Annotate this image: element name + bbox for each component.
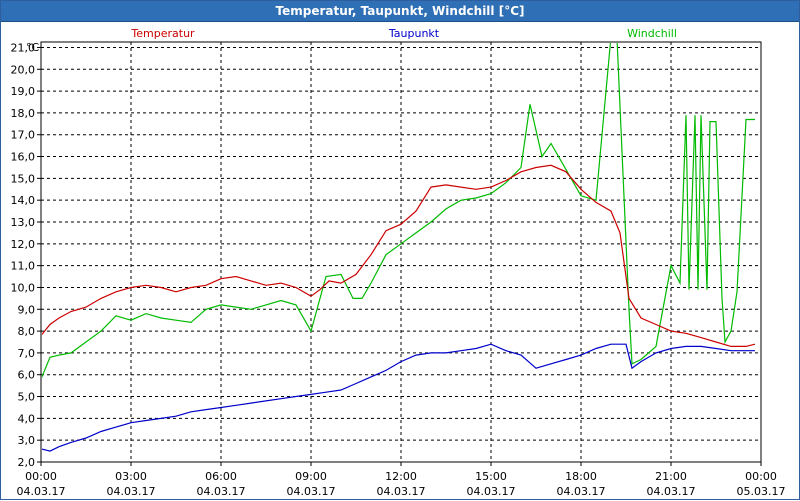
y-tick-label: 6,0 — [18, 369, 36, 382]
legend-label-windchill: Windchill — [627, 27, 677, 40]
y-tick-label: 18,0 — [11, 107, 36, 120]
y-tick-label: 20,0 — [11, 63, 36, 76]
y-tick-label: 15,0 — [11, 172, 36, 185]
y-tick-label: 19,0 — [11, 85, 36, 98]
y-tick-label: 8,0 — [18, 325, 36, 338]
y-tick-label: 7,0 — [18, 347, 36, 360]
y-tick-label: 5,0 — [18, 391, 36, 404]
y-tick-label: 9,0 — [18, 303, 36, 316]
y-axis-label: °C — [26, 41, 40, 54]
x-tick-date-label: 04.03.17 — [107, 485, 156, 498]
legend-label-temperatur: Temperatur — [130, 27, 195, 40]
y-tick-label: 3,0 — [18, 434, 36, 447]
chart-canvas: 2,0 3,0 4,0 5,0 6,0 7,0 8,0 9,0 10,0 11,0 12,0 13,0… — [11, 27, 786, 498]
y-tick-label: 2,0 — [18, 456, 36, 469]
x-tick-date-label: 04.03.17 — [197, 485, 246, 498]
x-tick-time-label: 21:00 — [655, 470, 687, 483]
x-tick-time-label: 03:00 — [115, 470, 147, 483]
x-tick-time-label: 15:00 — [475, 470, 507, 483]
y-tick-label: 17,0 — [11, 129, 36, 142]
chart-window: Temperatur, Taupunkt, Windchill [°C] 2,0… — [0, 0, 800, 500]
x-tick-time-label: 00:00 — [745, 470, 777, 483]
y-tick-label: 13,0 — [11, 216, 36, 229]
x-tick-date-label: 04.03.17 — [17, 485, 66, 498]
x-tick-time-label: 06:00 — [205, 470, 237, 483]
x-tick-date-label: 04.03.17 — [377, 485, 426, 498]
y-tick-label: 14,0 — [11, 194, 36, 207]
x-tick-date-label: 05.03.17 — [737, 485, 786, 498]
x-tick-date-label: 04.03.17 — [287, 485, 336, 498]
y-tick-label: 4,0 — [18, 412, 36, 425]
x-tick-date-label: 04.03.17 — [647, 485, 696, 498]
x-tick-date-label: 04.03.17 — [467, 485, 516, 498]
x-tick-time-label: 09:00 — [295, 470, 327, 483]
x-tick-time-label: 00:00 — [25, 470, 57, 483]
x-tick-time-label: 12:00 — [385, 470, 417, 483]
y-tick-label: 16,0 — [11, 151, 36, 164]
y-tick-label: 11,0 — [11, 260, 36, 273]
y-tick-label: 12,0 — [11, 238, 36, 251]
x-tick-time-label: 18:00 — [565, 470, 597, 483]
y-tick-label: 10,0 — [11, 281, 36, 294]
x-tick-date-label: 04.03.17 — [557, 485, 606, 498]
legend-label-taupunkt: Taupunkt — [388, 27, 440, 40]
